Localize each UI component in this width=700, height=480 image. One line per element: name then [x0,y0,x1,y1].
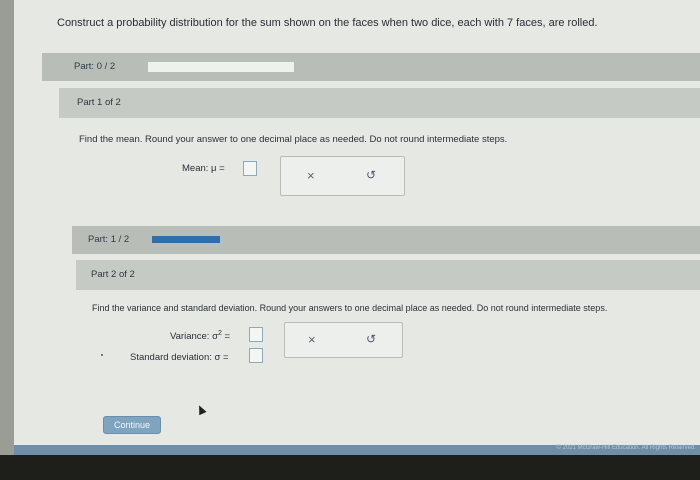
variance-input[interactable] [249,327,263,342]
part1-header-label: Part 1 of 2 [77,97,121,108]
clear-icon[interactable]: × [308,332,316,347]
stddev-label: Standard deviation: σ = [130,352,229,363]
variance-superscript: 2 [217,330,222,337]
mean-label: Mean: μ = [182,163,225,174]
part-progress-bar-mid: Part: 1 / 2 [72,226,700,254]
part-progress-label-top: Part: 0 / 2 [74,61,116,72]
clear-icon[interactable]: × [307,168,315,183]
variance-label-text: Variance: σ [170,331,218,343]
stddev-input[interactable] [249,348,263,363]
undo-icon[interactable]: ↺ [366,168,376,182]
undo-icon[interactable]: ↺ [366,332,376,346]
part1-instruction: Find the mean. Round your answer to one … [79,134,508,145]
part-progress-label-mid: Part: 1 / 2 [88,234,130,245]
question-text: Construct a probability distribution for… [57,17,598,29]
copyright-text: © 2021 McGraw-Hill Education. All Rights… [556,445,696,451]
part1-action-box: × ↺ [280,156,405,196]
variance-label: Variance: σ2 = [170,330,230,342]
footer-bar: © 2021 McGraw-Hill Education. All Rights… [14,445,700,455]
progress-track-top [148,62,294,72]
part-progress-bar-top: Part: 0 / 2 [42,53,700,81]
mean-input[interactable] [243,161,257,176]
part2-header: Part 2 of 2 [76,260,700,290]
variance-equals: = [224,331,231,343]
screen-bezel [0,455,700,480]
mouse-cursor [195,403,207,416]
part1-header: Part 1 of 2 [59,88,700,118]
progress-fill-mid [152,236,220,243]
screen: Construct a probability distribution for… [14,0,700,455]
continue-button[interactable]: Continue [103,416,161,434]
left-edge [0,0,14,455]
part2-instruction: Find the variance and standard deviation… [92,303,608,313]
part2-action-box: × ↺ [284,322,403,358]
part2-header-label: Part 2 of 2 [91,269,135,280]
bullet-dot [101,354,103,356]
